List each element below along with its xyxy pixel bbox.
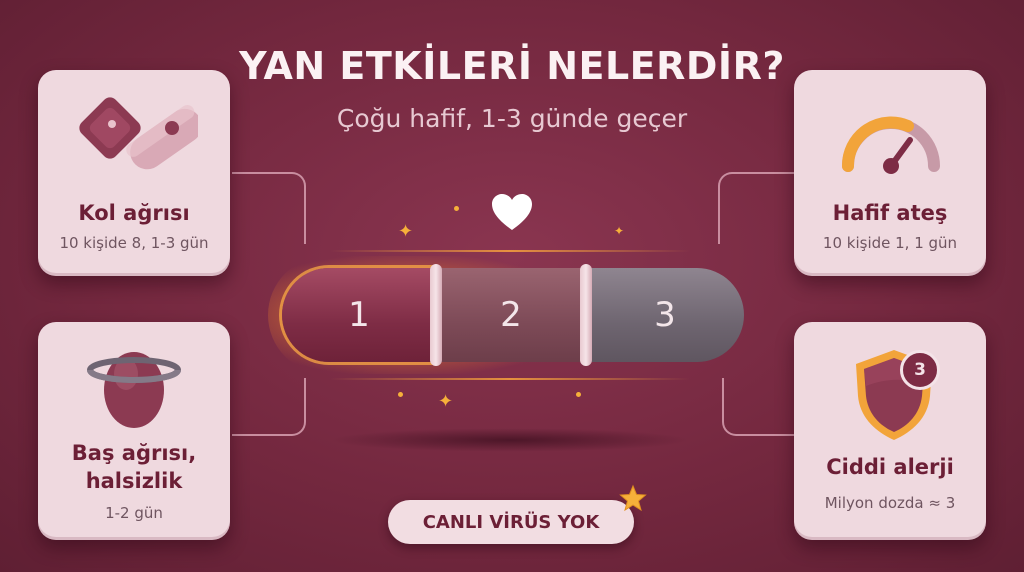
- card-fever-detail: 10 kişide 1, 1 gün: [822, 234, 958, 252]
- heart-icon: [492, 194, 532, 230]
- arm-bandage-icon: [79, 97, 198, 170]
- sparkle-icon: ✦: [614, 224, 625, 238]
- card-headache-title-line2: halsizlik: [85, 469, 183, 493]
- sparkle-dot: [576, 392, 581, 397]
- timeline-divider: [580, 264, 592, 366]
- connector-fever: [718, 172, 796, 244]
- sparkle-icon: ✦: [438, 391, 454, 411]
- card-arm-pain-title: Kol ağrısı: [78, 201, 190, 225]
- allergy-count-badge-text: 3: [914, 360, 926, 380]
- timeline-segment-label: 1: [348, 295, 370, 335]
- card-arm-pain: Kol ağrısı 10 kişide 8, 1-3 gün: [38, 70, 230, 276]
- timeline-segment-label: 2: [500, 295, 522, 335]
- card-headache-detail: 1-2 gün: [105, 504, 163, 522]
- glow-line-bottom: [330, 378, 690, 380]
- no-live-virus-badge: CANLI VİRÜS YOK: [388, 500, 634, 544]
- day-timeline-pill: 1 2 3: [268, 256, 744, 374]
- timeline-segment-1: 1: [282, 268, 436, 362]
- allergy-count-badge: 3: [900, 350, 940, 390]
- sparkle-icon: ✦: [398, 221, 414, 241]
- star-icon: [619, 484, 647, 512]
- gauge-icon: [841, 116, 940, 174]
- card-headache: Baş ağrısı, halsizlik 1-2 gün: [38, 322, 230, 540]
- timeline-segment-3: 3: [586, 268, 744, 362]
- timeline-segment-label: 3: [654, 295, 676, 335]
- sparkle-dot: [398, 392, 403, 397]
- sparkle-dot: [454, 206, 459, 211]
- connector-head: [232, 378, 306, 436]
- connector-allergy: [722, 378, 796, 436]
- pill-shadow: [330, 428, 690, 452]
- card-arm-pain-detail: 10 kişide 8, 1-3 gün: [59, 234, 209, 252]
- glow-line-top: [330, 250, 690, 252]
- card-headache-title-line1: Baş ağrısı,: [71, 441, 197, 465]
- timeline-divider: [430, 264, 442, 366]
- card-allergy: 3 Ciddi alerji Milyon dozda ≈ 3: [794, 322, 986, 540]
- no-live-virus-label: CANLI VİRÜS YOK: [422, 511, 600, 533]
- card-fever-title: Hafif ateş: [832, 201, 948, 225]
- card-allergy-detail: Milyon dozda ≈ 3: [824, 494, 956, 512]
- card-fever: Hafif ateş 10 kişide 1, 1 gün: [794, 70, 986, 276]
- timeline-segment-2: 2: [436, 268, 586, 362]
- dizzy-head-icon: [87, 352, 181, 428]
- card-allergy-title: Ciddi alerji: [826, 455, 954, 479]
- connector-arm: [232, 172, 306, 244]
